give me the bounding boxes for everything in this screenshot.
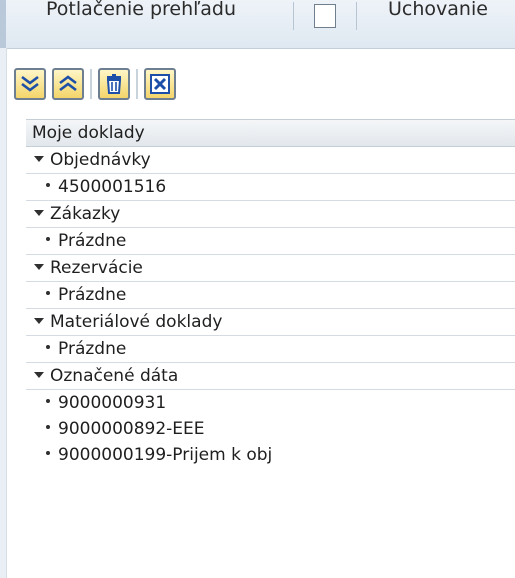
bullet-icon	[46, 451, 50, 455]
tree-leaf[interactable]: 9000000199-Prijem k obj	[26, 442, 515, 468]
tree-leaf[interactable]: 9000000892-EEE	[26, 416, 515, 442]
bullet-icon	[46, 237, 50, 241]
icon-separator	[136, 69, 138, 99]
tree-node-marked-data[interactable]: Označené dáta	[26, 363, 515, 390]
tree-leaf[interactable]: 9000000931	[26, 390, 515, 416]
documents-tree: Moje doklady Objednávky 4500001516 Zákaz…	[26, 119, 515, 549]
tree-leaf[interactable]: Prázdne	[26, 282, 515, 309]
tree-header: Moje doklady	[26, 119, 515, 147]
tree-node-reservations[interactable]: Rezervácie	[26, 255, 515, 282]
tree-leaf[interactable]: 4500001516	[26, 174, 515, 201]
suppress-overview-button[interactable]: Potlačenie prehľadu	[46, 0, 236, 20]
expanded-triangle-icon	[34, 210, 44, 216]
bullet-icon	[46, 345, 50, 349]
tree-node-material-documents[interactable]: Materiálové doklady	[26, 309, 515, 336]
tree-node-orders[interactable]: Objednávky	[26, 147, 515, 174]
expanded-triangle-icon	[34, 156, 44, 162]
close-button[interactable]	[144, 68, 176, 100]
tree-leaf[interactable]: Prázdne	[26, 228, 515, 255]
bullet-icon	[46, 425, 50, 429]
expanded-triangle-icon	[34, 264, 44, 270]
collapse-all-button[interactable]	[52, 68, 84, 100]
bullet-icon	[46, 399, 50, 403]
expand-all-button[interactable]	[14, 68, 46, 100]
expanded-triangle-icon	[34, 372, 44, 378]
tree-node-sales-orders[interactable]: Zákazky	[26, 201, 515, 228]
bullet-icon	[46, 183, 50, 187]
top-toolbar: Potlačenie prehľadu Uchovanie	[0, 0, 515, 49]
keep-checkbox[interactable]	[314, 4, 336, 28]
icon-separator	[90, 69, 92, 99]
toolbar-separator	[356, 2, 357, 30]
tree-toolbar	[14, 64, 182, 104]
delete-icon	[106, 74, 122, 94]
delete-button[interactable]	[98, 68, 130, 100]
collapse-all-icon	[59, 75, 77, 92]
tree-leaf[interactable]: Prázdne	[26, 336, 515, 363]
close-icon	[150, 74, 170, 94]
keep-label[interactable]: Uchovanie	[388, 0, 488, 20]
expanded-triangle-icon	[34, 318, 44, 324]
toolbar-separator	[293, 2, 294, 30]
bullet-icon	[46, 291, 50, 295]
left-strip	[0, 48, 7, 578]
marked-data-items: 9000000931 9000000892-EEE 9000000199-Pri…	[26, 390, 515, 468]
toolbar-left-edge	[0, 0, 6, 48]
expand-all-icon	[21, 75, 39, 92]
